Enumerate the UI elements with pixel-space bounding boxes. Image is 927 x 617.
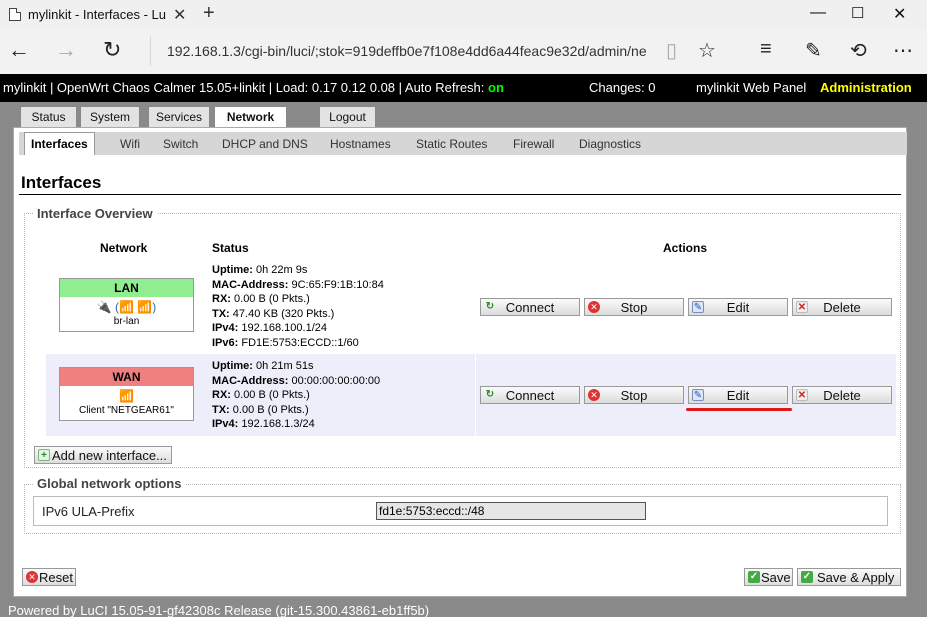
tab-logout[interactable]: Logout: [319, 106, 376, 127]
address-input[interactable]: 192.168.1.3/cgi-bin/luci/;stok=919deffb0…: [150, 36, 660, 66]
interface-overview-legend: Interface Overview: [33, 206, 157, 221]
interface-badge-wan: WAN 📶 Client "NETGEAR61": [59, 367, 194, 421]
add-icon: +: [38, 449, 50, 461]
hub-icon[interactable]: ≡: [760, 38, 772, 61]
lan-stop-button[interactable]: ✕ Stop: [584, 298, 684, 316]
page-icon: [9, 8, 21, 21]
ula-prefix-input[interactable]: fd1e:5753:eccd::/48: [376, 502, 646, 520]
interface-name: WAN: [60, 368, 193, 386]
lan-status: Uptime: 0h 22m 9s MAC-Address: 9C:65:F9:…: [212, 264, 384, 349]
interface-device: Client "NETGEAR61": [79, 405, 174, 416]
wan-connect-button[interactable]: ↻ Connect: [480, 386, 580, 404]
favorite-star-icon[interactable]: ☆: [698, 38, 716, 63]
changes-link[interactable]: Changes: 0: [589, 80, 656, 95]
tab-title: mylinkit - Interfaces - Lu: [28, 7, 166, 22]
page-title: Interfaces: [21, 173, 102, 192]
browser-toolbar: ← → ↻ 192.168.1.3/cgi-bin/luci/;stok=919…: [0, 30, 927, 74]
subtab-switch[interactable]: Switch: [163, 132, 198, 155]
tab-services[interactable]: Services: [148, 106, 210, 127]
wan-status: Uptime: 0h 21m 51s MAC-Address: 00:00:00…: [212, 360, 381, 430]
window-close-icon[interactable]: ✕: [893, 4, 906, 24]
global-options-legend: Global network options: [33, 476, 186, 491]
reset-icon: ✕: [26, 571, 38, 583]
subtab-interfaces[interactable]: Interfaces: [24, 132, 95, 155]
delete-icon: ✕: [796, 389, 808, 401]
lan-edit-button[interactable]: ✎ Edit: [688, 298, 788, 316]
delete-icon: ✕: [796, 301, 808, 313]
connect-icon: ↻: [485, 389, 495, 400]
edit-icon: ✎: [692, 301, 704, 313]
tab-system[interactable]: System: [80, 106, 140, 127]
share-icon[interactable]: ⟲: [850, 38, 867, 63]
column-header-actions: Actions: [663, 241, 708, 255]
title-divider: [19, 194, 901, 195]
reading-view-icon[interactable]: ▯: [666, 38, 677, 63]
more-icon[interactable]: ⋯: [893, 38, 913, 63]
wan-edit-button[interactable]: ✎ Edit: [688, 386, 788, 404]
save-apply-button[interactable]: ✓ Save & Apply: [797, 568, 901, 586]
edit-icon: ✎: [692, 389, 704, 401]
interface-badge-lan: LAN 🔌 (📶 📶) br-lan: [59, 278, 194, 332]
lan-delete-button[interactable]: ✕ Delete: [792, 298, 892, 316]
minimize-icon[interactable]: —: [810, 4, 826, 22]
interface-name: LAN: [60, 279, 193, 297]
subtab-hostnames[interactable]: Hostnames: [330, 132, 391, 155]
highlight-underline: [686, 408, 792, 411]
subtab-static-routes[interactable]: Static Routes: [416, 132, 487, 155]
auto-refresh-toggle[interactable]: on: [488, 80, 504, 95]
reset-button[interactable]: ✕ Reset: [22, 568, 76, 586]
wireless-icon: 📶: [119, 389, 134, 403]
bridge-icon: 🔌 (📶 📶): [96, 300, 157, 314]
lan-connect-button[interactable]: ↻ Connect: [480, 298, 580, 316]
browser-tab[interactable]: mylinkit - Interfaces - Lu ✕: [0, 0, 196, 30]
save-button[interactable]: ✓ Save: [744, 568, 793, 586]
interface-device: br-lan: [113, 316, 140, 327]
stop-icon: ✕: [588, 389, 600, 401]
footer-text: Powered by LuCI 15.05-91-gf42308c Releas…: [8, 603, 430, 617]
wan-stop-button[interactable]: ✕ Stop: [584, 386, 684, 404]
subtab-wifi[interactable]: Wifi: [120, 132, 140, 155]
web-note-icon[interactable]: ✎: [805, 38, 822, 63]
tab-network[interactable]: Network: [214, 106, 287, 128]
subtab-dhcp-dns[interactable]: DHCP and DNS: [222, 132, 308, 155]
tab-status[interactable]: Status: [20, 106, 77, 127]
stop-icon: ✕: [588, 301, 600, 313]
column-header-network: Network: [100, 241, 148, 255]
save-apply-icon: ✓: [801, 571, 813, 583]
connect-icon: ↻: [485, 301, 495, 312]
administration-link[interactable]: Administration: [820, 80, 912, 95]
wan-row-separator: [475, 354, 476, 436]
new-tab-icon[interactable]: +: [203, 2, 215, 25]
save-icon: ✓: [748, 571, 760, 583]
wan-delete-button[interactable]: ✕ Delete: [792, 386, 892, 404]
luci-header: mylinkit | OpenWrt Chaos Calmer 15.05+li…: [0, 74, 927, 102]
subtab-diagnostics[interactable]: Diagnostics: [579, 132, 641, 155]
maximize-icon[interactable]: ☐: [851, 4, 864, 22]
refresh-icon[interactable]: ↻: [103, 37, 121, 63]
ula-prefix-label: IPv6 ULA-Prefix: [42, 504, 135, 519]
tab-close-icon[interactable]: ✕: [173, 5, 186, 25]
subtab-firewall[interactable]: Firewall: [513, 132, 554, 155]
forward-icon[interactable]: →: [55, 37, 77, 63]
web-panel-link[interactable]: mylinkit Web Panel: [696, 80, 806, 95]
column-header-status: Status: [212, 241, 249, 255]
back-icon[interactable]: ←: [8, 37, 30, 63]
header-brand: mylinkit | OpenWrt Chaos Calmer 15.05+li…: [3, 80, 504, 95]
add-interface-button[interactable]: + Add new interface...: [34, 446, 172, 464]
